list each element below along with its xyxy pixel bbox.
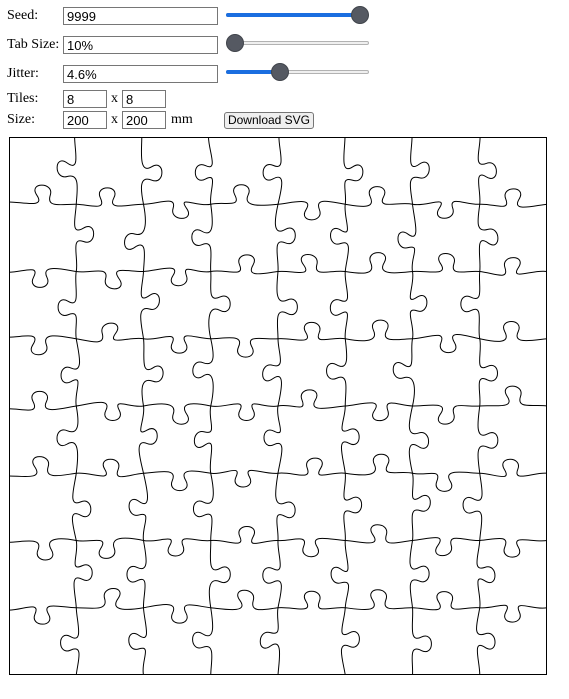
jitter-label: Jitter: (7, 66, 39, 81)
jitter-row: Jitter: (7, 64, 218, 84)
tab-size-row: Tab Size: (7, 35, 218, 55)
jigsaw-puzzle-canvas (9, 137, 547, 675)
size-height-input[interactable] (122, 111, 166, 129)
jitter-slider-thumb[interactable] (271, 63, 289, 81)
seed-slider-thumb[interactable] (351, 6, 369, 24)
tiles-label: Tiles: (7, 91, 39, 106)
seed-slider[interactable] (226, 5, 369, 25)
seed-label: Seed: (7, 8, 39, 23)
tab-size-slider[interactable] (226, 33, 369, 53)
tab-size-input[interactable] (63, 36, 218, 54)
vertical-cut-line (392, 137, 432, 675)
tab-size-slider-thumb[interactable] (226, 34, 244, 52)
jigsaw-generator: Seed: Tab Size: Jitter: Tiles: x Size: x… (0, 0, 569, 699)
puzzle-cut-lines (9, 137, 547, 675)
tiles-row: Tiles: x (7, 89, 166, 109)
seed-slider-fill (226, 13, 360, 17)
size-unit: mm (171, 112, 193, 127)
tab-size-slider-track (226, 41, 369, 45)
size-separator: x (111, 112, 118, 127)
tiles-x-input[interactable] (63, 90, 107, 108)
jitter-slider[interactable] (226, 62, 369, 82)
tab-size-label: Tab Size: (7, 37, 60, 52)
tiles-y-input[interactable] (122, 90, 166, 108)
seed-input[interactable] (63, 7, 218, 25)
tiles-separator: x (111, 91, 118, 106)
size-label: Size: (7, 112, 35, 127)
seed-row: Seed: (7, 6, 218, 26)
size-width-input[interactable] (63, 111, 107, 129)
jitter-input[interactable] (63, 65, 218, 83)
size-row: Size: x mm (7, 110, 193, 130)
vertical-cut-line (124, 137, 164, 675)
download-svg-button[interactable]: Download SVG (224, 112, 314, 129)
